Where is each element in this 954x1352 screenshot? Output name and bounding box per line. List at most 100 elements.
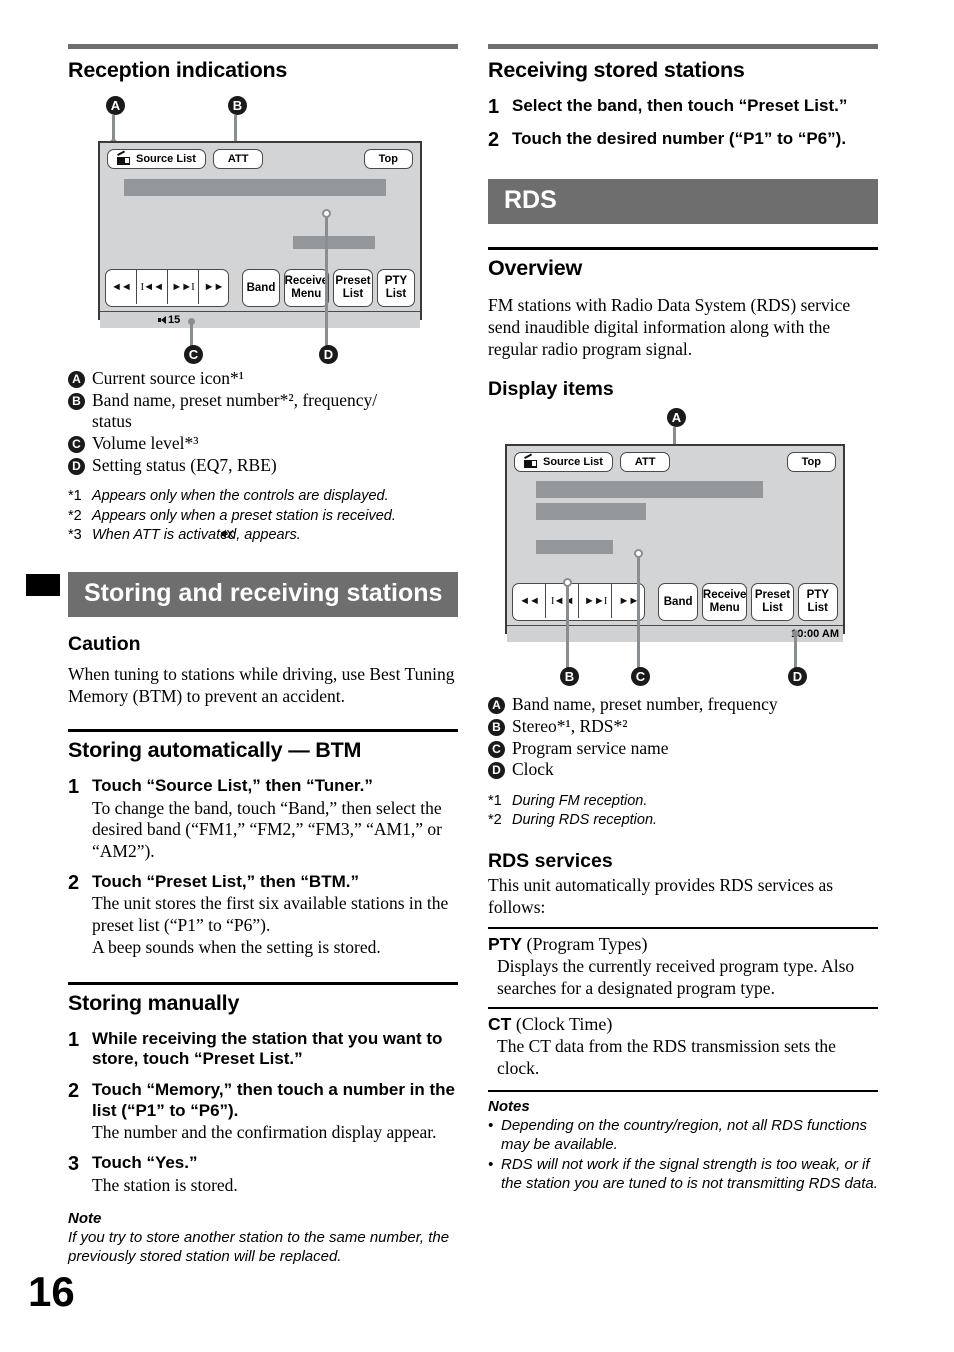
bullet-dot-icon: • [488, 1116, 494, 1134]
section-rule [68, 44, 458, 49]
rds-callout-b: B [560, 667, 579, 687]
callout-c: C [184, 345, 203, 364]
manual-step-2: 2 Touch “Memory,” then touch a number in… [68, 1080, 458, 1144]
reception-footnotes: *1 Appears only when the controls are di… [68, 487, 458, 544]
rds-legend-text-c: Program service name [512, 737, 669, 758]
att-button[interactable]: ATT [212, 149, 264, 169]
legend-item-c: C Volume level*³ [68, 433, 458, 455]
rds-legend: A Band name, preset number, frequency B … [488, 694, 878, 781]
legend-item-a: A Current source icon*¹ [68, 368, 458, 390]
overview-text: FM stations with Radio Data System (RDS)… [488, 295, 851, 360]
rds-screen-control-row: ◄◄ I◄◄ ►►I ►► Band Receive Menu Preset L… [507, 580, 843, 625]
rds-legend-marker-c: C [488, 740, 505, 758]
overview-heading: Overview [488, 256, 583, 281]
manual-step-3-number: 3 [68, 1153, 80, 1176]
pty-description: Displays the currently received program … [497, 956, 855, 999]
screen-status-bar: 15 [100, 311, 420, 328]
preset-list-button[interactable]: Preset List [333, 269, 373, 307]
legend-marker-b: B [68, 392, 85, 410]
rds-services-intro: This unit automatically provides RDS ser… [488, 875, 834, 918]
legend-marker-a: A [68, 371, 85, 388]
manual-step-2-number: 2 [68, 1079, 80, 1102]
reception-device-figure: A B Source List ATT Top ◄◄ I◄◄ ►►I ►► Ba… [68, 96, 458, 364]
rds-att-button[interactable]: ATT [619, 452, 671, 473]
btm-heading: Storing automatically — BTM [68, 737, 362, 762]
receiving-step-2-number: 2 [488, 128, 500, 151]
fast-forward-button[interactable]: ►► [197, 270, 229, 304]
rds-head-unit-screen: Source List ATT Top ◄◄ I◄◄ ►►I ►► Band R… [505, 444, 845, 643]
rds-next-button[interactable]: ►►I [578, 584, 611, 619]
rewind-button[interactable]: ◄◄ [106, 270, 136, 304]
rds-services-heading: RDS services [488, 850, 613, 873]
rds-receive-menu-button[interactable]: Receive Menu [701, 583, 748, 622]
rds-legend-marker-d: D [488, 762, 505, 780]
rds-legend-item-c: C Program service name [488, 738, 878, 760]
receiving-step-2-lead: Touch the desired number (“P1” to “P6”). [512, 128, 847, 148]
rds-legend-text-a: Band name, preset number, frequency [512, 694, 778, 715]
rds-radio-source-icon [524, 453, 537, 468]
manual-note-title: Note [68, 1209, 102, 1227]
transport-button-group[interactable]: ◄◄ I◄◄ ►►I ►► [105, 269, 230, 307]
rds-legend-item-b: B Stereo*¹, RDS*² [488, 716, 878, 738]
rds-note-item-2: • RDS will not work if the signal streng… [488, 1155, 878, 1194]
screen-top-bar: Source List ATT Top [100, 143, 420, 169]
rds-rewind-button[interactable]: ◄◄ [513, 584, 545, 618]
rds-callout-a: A [667, 408, 686, 428]
rds-callout-d-line [794, 633, 797, 670]
page-title-reception: Reception indications [68, 58, 288, 82]
btm-step-2-desc: The unit stores the first six available … [92, 893, 449, 957]
footnote-2: *2 Appears only when a preset station is… [68, 507, 396, 524]
legend-item-d: D Setting status (EQ7, RBE) [68, 455, 458, 477]
rds-previous-button[interactable]: I◄◄ [545, 584, 578, 619]
manual-step-1-number: 1 [68, 1028, 80, 1051]
rds-legend-text-d: Clock [512, 759, 554, 780]
screen-info-area [100, 169, 420, 266]
rds-info-stereo-bar [536, 540, 613, 555]
screen-control-row: ◄◄ I◄◄ ►►I ►► Band Receive Menu Preset L… [100, 266, 420, 311]
callout-d-ring [322, 209, 331, 218]
callout-c-line [190, 321, 193, 346]
speaker-icon [158, 315, 167, 325]
btm-rule [68, 728, 458, 732]
rds-band-button[interactable]: Band [658, 583, 698, 622]
rds-transport-button-group[interactable]: ◄◄ I◄◄ ►►I ►► [512, 583, 646, 622]
band-button[interactable]: Band [242, 269, 280, 307]
rds-legend-item-a: A Band name, preset number, frequency [488, 694, 878, 716]
rds-top-button[interactable]: Top [786, 452, 836, 473]
manual-step-1: 1 While receiving the station that you w… [68, 1029, 458, 1071]
legend-marker-c: C [68, 436, 85, 454]
btm-step-2-number: 2 [68, 871, 80, 894]
rds-banner: RDS [488, 179, 878, 225]
rds-note-item-1: • Depending on the country/region, not a… [488, 1116, 878, 1155]
ct-description: The CT data from the RDS transmission se… [497, 1035, 836, 1078]
rds-preset-list-button[interactable]: Preset List [751, 583, 794, 622]
ct-full: (Clock Time) [515, 1013, 613, 1034]
rds-legend-marker-a: A [488, 697, 505, 715]
manual-note-text: If you try to store another station to t… [68, 1228, 450, 1266]
source-list-button[interactable]: Source List [107, 149, 206, 169]
manual-rule [68, 981, 458, 985]
rds-pty-list-button[interactable]: PTY List [797, 583, 838, 622]
rds-source-list-button[interactable]: Source List [514, 452, 613, 473]
top-button[interactable]: Top [363, 149, 413, 169]
legend-marker-d: D [68, 457, 85, 475]
legend-item-b: B Band name, preset number*², frequency/ [68, 390, 458, 412]
rds-footnote-1: *1 During FM reception. [488, 793, 648, 810]
receiving-heading: Receiving stored stations [488, 58, 745, 82]
pty-list-button[interactable]: PTY List [376, 269, 416, 307]
next-button[interactable]: ►►I [166, 270, 198, 304]
receive-menu-button[interactable]: Receive Menu [283, 269, 330, 307]
previous-button[interactable]: I◄◄ [135, 270, 167, 304]
manual-step-1-lead: While receiving the station that you wan… [92, 1028, 443, 1069]
storing-stations-banner: Storing and receiving stations [68, 571, 458, 617]
receiving-rule [488, 44, 878, 49]
rds-service-ct: CT (Clock Time) The CT data from the RDS… [488, 1006, 878, 1086]
display-items-device-figure: A Source List ATT Top ◄◄ I◄◄ ►►I ►► Band… [488, 408, 878, 688]
rds-callout-c-line [637, 556, 640, 670]
legend-text-b: Band name, preset number*², frequency/ [92, 389, 378, 410]
manual-step-3-desc: The station is stored. [92, 1174, 238, 1195]
rds-notes: Notes • Depending on the country/region,… [488, 1089, 878, 1194]
btm-step-2: 2 Touch “Preset List,” then “BTM.” The u… [68, 872, 458, 959]
page-number: 16 [28, 1268, 75, 1315]
rds-service-pty: PTY (Program Types) Displays the current… [488, 927, 878, 1006]
